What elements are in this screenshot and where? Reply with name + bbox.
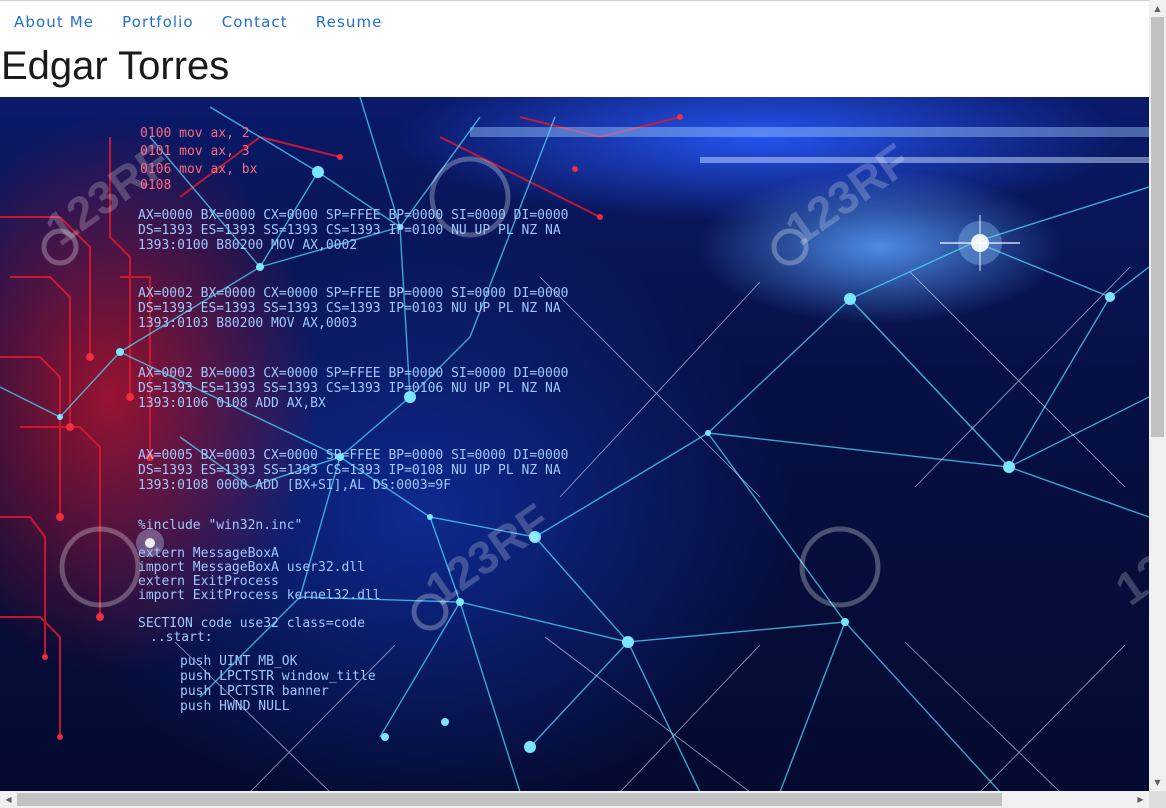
code-line: AX=0005 BX=0003 CX=0000 SP=FFEE BP=0000 …	[138, 448, 568, 463]
code-line: 0108	[140, 178, 171, 193]
code-line: 0106 mov ax, bx	[140, 162, 258, 177]
nav-link-portfolio[interactable]: Portfolio	[122, 12, 194, 32]
code-line: push LPCTSTR banner	[180, 684, 329, 699]
top-nav: About Me Portfolio Contact Resume	[14, 12, 411, 32]
assembly-code: 0100 mov ax, 2 0101 mov ax, 3 0106 mov ax,…	[138, 126, 568, 714]
code-line: 1393:0108 0000 ADD [BX+SI],AL DS:0003=9F	[138, 478, 451, 493]
code-line: %include "win32n.inc"	[138, 518, 302, 533]
page: About Me Portfolio Contact Resume Edgar …	[0, 0, 1149, 791]
code-line: push HWND NULL	[180, 699, 290, 714]
code-line: 0100 mov ax, 2	[140, 126, 250, 141]
code-line: DS=1393 ES=1393 SS=1393 CS=1393 IP=0103 …	[138, 301, 561, 316]
code-line: import ExitProcess kernel32.dll	[138, 588, 381, 603]
site-title: Edgar Torres	[1, 44, 230, 88]
code-line: 0101 mov ax, 3	[140, 144, 250, 159]
scroll-left-arrow-icon[interactable]: ◀	[0, 791, 17, 808]
light-beam	[700, 157, 1149, 163]
hero-image: 123RF 123RF 123RF 123RF 0100 mov ax, 2 01…	[0, 97, 1149, 791]
light-beam	[470, 127, 1149, 137]
code-line: extern MessageBoxA	[138, 546, 279, 561]
code-line: 1393:0103 B80200 MOV AX,0003	[138, 316, 357, 331]
code-line: AX=0002 BX=0000 CX=0000 SP=FFEE BP=0000 …	[138, 286, 568, 301]
scrollbar-corner	[1149, 791, 1166, 808]
nav-link-about-me[interactable]: About Me	[14, 12, 94, 32]
code-line: DS=1393 ES=1393 SS=1393 CS=1393 IP=0106 …	[138, 381, 561, 396]
thin-diagonal-lines	[174, 266, 1131, 791]
nav-link-resume[interactable]: Resume	[316, 12, 383, 32]
vertical-scroll-thumb[interactable]	[1151, 17, 1164, 437]
code-line: import MessageBoxA user32.dll	[138, 560, 365, 575]
scroll-down-arrow-icon[interactable]: ▼	[1149, 774, 1166, 791]
hero-network-graphic: 123RF 123RF 123RF 123RF 0100 mov ax, 201…	[0, 97, 1149, 791]
code-line: AX=0002 BX=0003 CX=0000 SP=FFEE BP=0000 …	[138, 366, 568, 381]
watermark-text: 123RF	[776, 133, 919, 255]
vertical-scrollbar[interactable]: ▲ ▼	[1149, 0, 1166, 791]
code-line: DS=1393 ES=1393 SS=1393 CS=1393 IP=0108 …	[138, 463, 561, 478]
code-line: extern ExitProcess	[138, 574, 279, 589]
code-line: SECTION code use32 class=code	[138, 616, 365, 631]
watermark-text: 123RF	[1106, 493, 1149, 615]
horizontal-scroll-thumb[interactable]	[17, 793, 1002, 806]
nav-link-contact[interactable]: Contact	[222, 12, 288, 32]
scroll-up-arrow-icon[interactable]: ▲	[1149, 0, 1166, 17]
scroll-right-arrow-icon[interactable]: ▶	[1132, 791, 1149, 808]
horizontal-scrollbar[interactable]: ◀ ▶	[0, 791, 1149, 808]
glow-star	[940, 215, 1020, 271]
code-line: 1393:0100 B80200 MOV AX,0002	[138, 238, 357, 253]
code-line: ..start:	[150, 630, 213, 645]
code-line: push LPCTSTR window_title	[180, 669, 376, 684]
code-line: AX=0000 BX=0000 CX=0000 SP=FFEE BP=0000 …	[138, 208, 568, 223]
code-line: 1393:0106 0108 ADD AX,BX	[138, 396, 326, 411]
network-lines	[0, 97, 1149, 791]
code-line: push UINT MB_OK	[180, 654, 298, 669]
code-line: DS=1393 ES=1393 SS=1393 CS=1393 IP=0100 …	[138, 223, 561, 238]
